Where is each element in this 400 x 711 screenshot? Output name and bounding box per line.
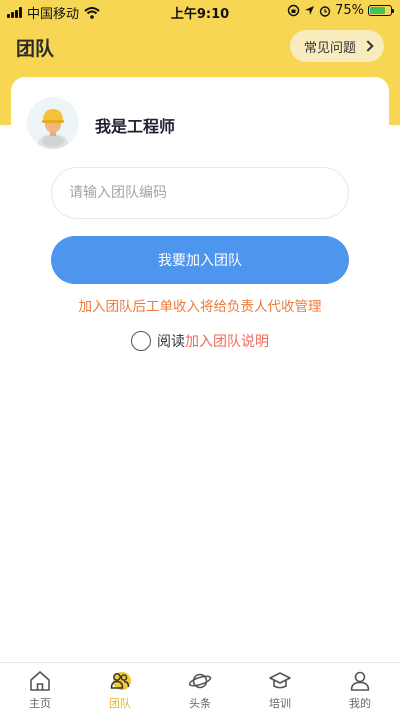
page-title: 团队 — [16, 38, 55, 60]
orientation-lock-icon — [287, 4, 300, 17]
team-page: 中国移动 上午9:10 75% 团队 常见问题 我是工程师 请输入团队编码 我要… — [0, 0, 400, 711]
status-bar: 中国移动 上午9:10 75% — [0, 0, 400, 22]
faq-button[interactable]: 常见问题 — [289, 30, 384, 62]
status-right: 75% — [287, 3, 394, 18]
alarm-icon — [319, 5, 331, 17]
worker-avatar-icon — [27, 97, 79, 149]
tab-mine[interactable]: 我的 — [320, 663, 400, 711]
planet-icon — [188, 673, 212, 689]
tab-training-label: 培训 — [269, 697, 291, 710]
person-icon — [350, 671, 370, 691]
home-icon — [30, 671, 50, 691]
income-notice: 加入团队后工单收入将给负责人代收管理 — [78, 299, 322, 315]
graduation-cap-icon — [269, 672, 291, 689]
chevron-right-icon — [362, 40, 374, 52]
team-code-input[interactable] — [51, 167, 349, 219]
agreement-row: 阅读 加入团队说明 — [131, 331, 269, 351]
tab-team[interactable]: 团队 — [80, 663, 160, 711]
agreement-prefix: 阅读 — [157, 334, 185, 350]
tab-team-label: 团队 — [109, 697, 131, 710]
join-team-terms-link[interactable]: 加入团队说明 — [185, 331, 269, 351]
battery-icon — [368, 5, 394, 16]
tab-home[interactable]: 主页 — [0, 663, 80, 711]
agreement-radio[interactable] — [131, 331, 151, 351]
team-card: 我是工程师 我要加入团队 加入团队后工单收入将给负责人代收管理 阅读加入团队说明 — [11, 77, 389, 662]
tab-training[interactable]: 培训 — [240, 663, 320, 711]
location-icon — [305, 6, 315, 15]
profile-name: 我是工程师 — [95, 117, 176, 136]
join-team-button-label: 我要加入团队 — [158, 252, 242, 268]
faq-button-label: 常见问题 — [303, 40, 356, 56]
battery-percent: 75% — [335, 3, 364, 18]
battery-level — [370, 7, 385, 14]
tab-mine-label: 我的 — [349, 697, 371, 710]
tab-headlines[interactable]: 头条 — [160, 663, 240, 711]
tab-bar: 主页 团队 头条 培训 我的 — [0, 662, 400, 711]
tab-headlines-label: 头条 — [189, 697, 211, 710]
team-icon — [110, 672, 131, 690]
tab-home-label: 主页 — [29, 697, 51, 710]
join-team-button[interactable]: 我要加入团队 — [51, 236, 349, 284]
